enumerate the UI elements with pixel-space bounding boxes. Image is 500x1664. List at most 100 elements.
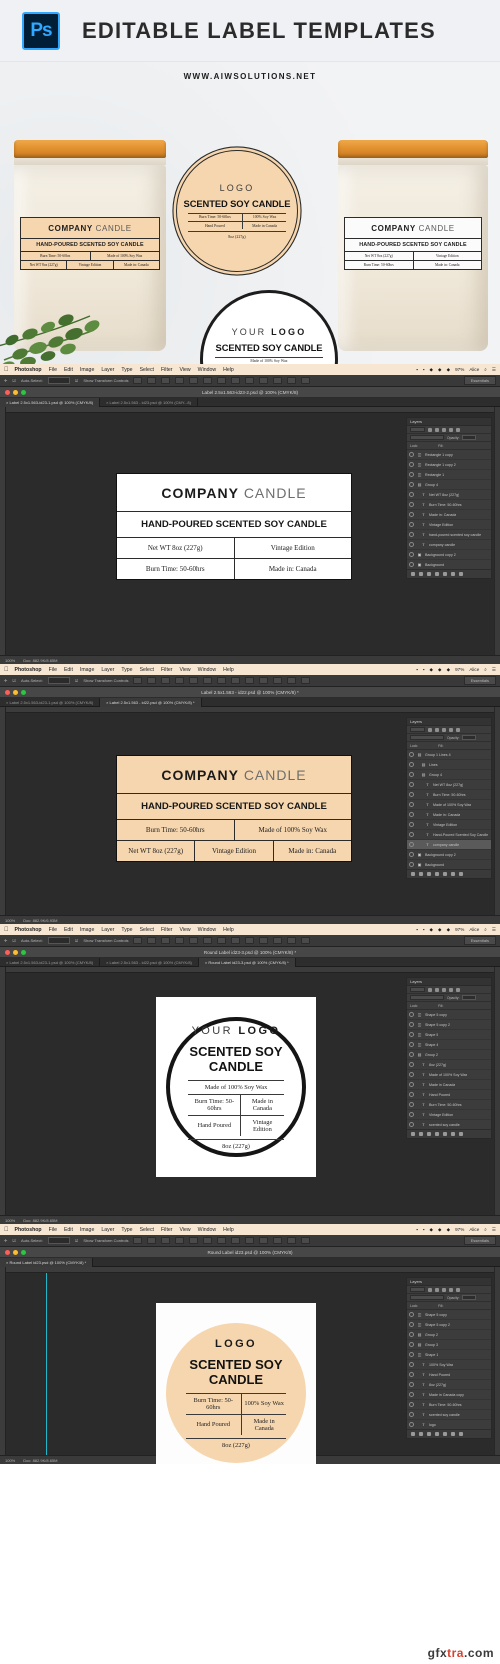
adjustment-layer-icon[interactable] xyxy=(435,872,439,876)
auto-select-dropdown[interactable] xyxy=(47,1237,70,1244)
menu-item-image[interactable]: Image xyxy=(80,1227,94,1233)
layer-row[interactable]: T Made of 100% Soy Wax xyxy=(407,1070,491,1080)
layer-visibility-toggle[interactable] xyxy=(409,1092,414,1097)
menu-item-edit[interactable]: Edit xyxy=(64,927,73,933)
user-name[interactable]: Alice xyxy=(469,667,479,672)
layer-visibility-toggle[interactable] xyxy=(409,1312,414,1317)
layer-row[interactable]: T Hand-Poured Scented Soy Candle xyxy=(407,830,491,840)
filter-adjustment-icon[interactable] xyxy=(435,727,439,732)
apple-icon[interactable]:  xyxy=(4,667,9,673)
document-tab-3[interactable]: × Round Label id23-3.psd @ 100% (CMYK/8)… xyxy=(198,957,296,967)
menu-item-layer[interactable]: Layer xyxy=(101,367,114,373)
auto-select-checkbox[interactable]: ☑ xyxy=(12,1238,16,1243)
tools-panel[interactable] xyxy=(0,707,6,915)
layer-row[interactable]: Tcompany candle xyxy=(407,540,491,550)
dropbox-icon[interactable]: ▪ xyxy=(416,927,418,932)
align-tool-0[interactable] xyxy=(133,377,143,384)
menu-item-window[interactable]: Window xyxy=(198,1227,216,1233)
layer-visibility-toggle[interactable] xyxy=(409,1392,414,1397)
layer-visibility-toggle[interactable] xyxy=(409,1122,414,1127)
align-tool-2[interactable] xyxy=(161,377,171,384)
layer-visibility-toggle[interactable] xyxy=(409,1352,414,1357)
layer-visibility-toggle[interactable] xyxy=(409,802,414,807)
menu-item-image[interactable]: Image xyxy=(80,667,94,673)
layer-mask-icon[interactable] xyxy=(427,1132,431,1136)
search-icon[interactable]: ⌕ xyxy=(484,1227,487,1232)
control-center-icon[interactable]: ☰ xyxy=(492,927,496,933)
workspace-selector[interactable]: Essentials xyxy=(463,376,496,385)
layer-row[interactable]: ▤ Group 3 xyxy=(407,1340,491,1350)
menu-item-help[interactable]: Help xyxy=(223,1227,234,1233)
layer-row[interactable]: T Vintage Edition xyxy=(407,1110,491,1120)
layer-row[interactable]: T Burn Time: 50-60hrs xyxy=(407,500,491,510)
align-tool-9[interactable] xyxy=(259,677,269,684)
layer-row[interactable]: ▤ Group 2 xyxy=(407,1330,491,1340)
layer-visibility-toggle[interactable] xyxy=(409,552,414,557)
layer-row[interactable]: T Made in: Canada xyxy=(407,510,491,520)
adjustment-layer-icon[interactable] xyxy=(435,572,439,576)
link-layers-icon[interactable] xyxy=(411,872,415,876)
layer-visibility-toggle[interactable] xyxy=(409,772,414,777)
opacity-value[interactable] xyxy=(462,1295,477,1300)
layer-row[interactable]: ◫ Shape 5 copy 2 xyxy=(407,1020,491,1030)
layer-row[interactable]: ▤ Lines xyxy=(407,760,491,770)
show-transform-checkbox[interactable]: ☑ xyxy=(75,678,79,683)
battery-percent[interactable]: 97% xyxy=(455,1227,464,1232)
menu-item-image[interactable]: Image xyxy=(80,367,94,373)
wifi-icon[interactable]: ◆ xyxy=(429,927,433,933)
filter-kind-dropdown[interactable] xyxy=(410,1287,425,1292)
menu-item-view[interactable]: View xyxy=(180,367,191,373)
layer-visibility-toggle[interactable] xyxy=(409,1322,414,1327)
show-transform-checkbox[interactable]: ☑ xyxy=(75,378,79,383)
menu-item-file[interactable]: File xyxy=(49,927,57,933)
lock-row[interactable]: Lock: Fill: xyxy=(407,442,491,450)
layer-style-icon[interactable] xyxy=(419,872,423,876)
new-group-icon[interactable] xyxy=(443,872,447,876)
filter-adjustment-icon[interactable] xyxy=(435,1287,439,1292)
wifi-icon[interactable]: ◆ xyxy=(429,667,433,673)
menu-item-filter[interactable]: Filter xyxy=(161,667,173,673)
align-tool-6[interactable] xyxy=(217,937,227,944)
filter-adjustment-icon[interactable] xyxy=(435,427,439,432)
layer-row[interactable]: ▤ Group 1 Lines 4 xyxy=(407,750,491,760)
layer-visibility-toggle[interactable] xyxy=(409,792,414,797)
filter-kind-dropdown[interactable] xyxy=(410,727,425,732)
layer-row[interactable]: ◫ Shape 5 copy xyxy=(407,1310,491,1320)
dropbox-icon[interactable]: ▪ xyxy=(416,1227,418,1232)
document-tab-1[interactable]: × Label 2.5x1.563-id23-1.psd @ 100% (CMY… xyxy=(0,397,101,407)
layer-row[interactable]: Tscented soy candle xyxy=(407,1410,491,1420)
menu-item-window[interactable]: Window xyxy=(198,927,216,933)
workspace-selector[interactable]: Essentials xyxy=(463,936,496,945)
auto-select-checkbox[interactable]: ☑ xyxy=(12,378,16,383)
layer-row[interactable]: T Net WT 8oz (227g) xyxy=(407,490,491,500)
align-tool-10[interactable] xyxy=(273,377,283,384)
filter-shape-icon[interactable] xyxy=(449,987,453,992)
tools-panel[interactable] xyxy=(0,1267,6,1455)
align-tool-0[interactable] xyxy=(133,677,143,684)
menu-item-help[interactable]: Help xyxy=(223,367,234,373)
new-group-icon[interactable] xyxy=(443,1432,447,1436)
align-tool-11[interactable] xyxy=(287,677,297,684)
layer-style-icon[interactable] xyxy=(419,1132,423,1136)
battery-percent[interactable]: 97% xyxy=(455,367,464,372)
layer-visibility-toggle[interactable] xyxy=(409,1112,414,1117)
filter-pixel-icon[interactable] xyxy=(428,987,432,992)
filter-smart-icon[interactable] xyxy=(456,727,460,732)
menu-item-photoshop[interactable]: Photoshop xyxy=(15,667,42,673)
layer-filter-row[interactable] xyxy=(407,726,491,734)
layer-row[interactable]: ◫ Rectangle 1 copy 2 xyxy=(407,460,491,470)
layer-row[interactable]: ▣ Background copy 2 xyxy=(407,550,491,560)
align-tool-8[interactable] xyxy=(245,1237,255,1244)
lock-row[interactable]: Lock: Fill: xyxy=(407,1002,491,1010)
layer-visibility-toggle[interactable] xyxy=(409,502,414,507)
layer-row[interactable]: ▤ Group 2 xyxy=(407,1050,491,1060)
layer-visibility-toggle[interactable] xyxy=(409,542,414,547)
align-tool-11[interactable] xyxy=(287,937,297,944)
layer-row[interactable]: T Burn Time: 50-60hrs xyxy=(407,1400,491,1410)
layer-visibility-toggle[interactable] xyxy=(409,762,414,767)
adjustment-layer-icon[interactable] xyxy=(435,1132,439,1136)
layer-filter-row[interactable] xyxy=(407,1286,491,1294)
delete-layer-icon[interactable] xyxy=(459,872,463,876)
zoom-level[interactable]: 100% xyxy=(5,1218,15,1223)
layer-mask-icon[interactable] xyxy=(427,572,431,576)
